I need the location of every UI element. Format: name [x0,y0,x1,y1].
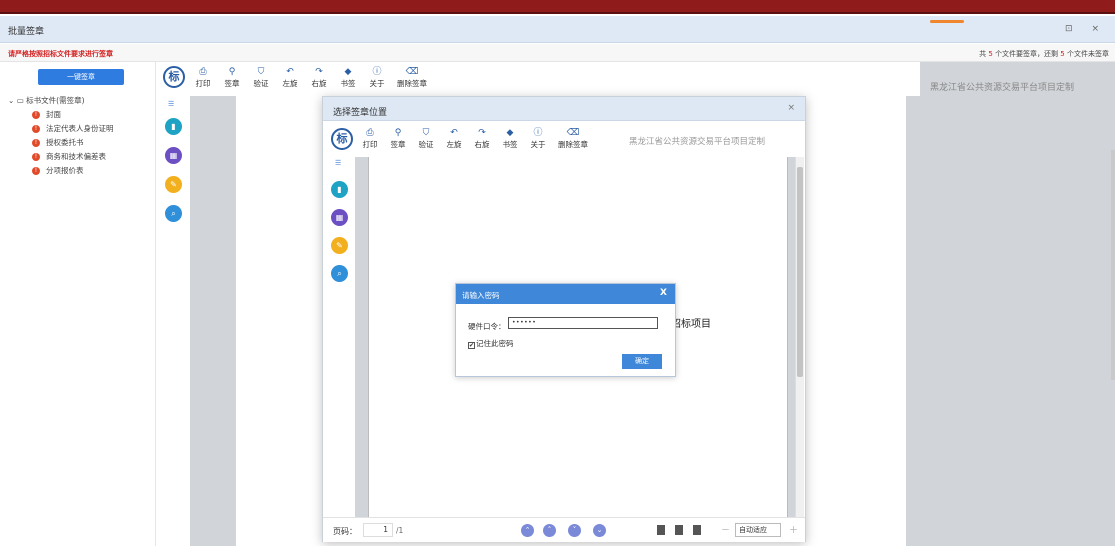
trash-icon: ⌫ [566,128,580,138]
zoom-in-button[interactable]: ＋ [789,523,798,536]
grid-icon[interactable]: ▦ [331,209,348,226]
tree-item-price[interactable]: 分项报价表 [32,164,114,178]
window-title: 批量签章 [8,27,45,37]
tree-item-authorization[interactable]: 授权委托书 [32,136,114,150]
info-icon: ⓘ [533,128,543,138]
single-page-icon[interactable] [657,525,665,535]
shield-check-icon: ⛉ [257,67,265,77]
stamp-icon: ⚲ [394,128,402,138]
zoom-select[interactable]: 自动适应 [735,523,781,537]
confirm-button[interactable]: 确定 [622,354,662,369]
checkbox-icon[interactable]: ✔ [468,342,475,349]
tree-root[interactable]: ⌄ ▭ 标书文件(需签章) [8,94,114,108]
rotate-left-icon: ↶ [450,128,458,138]
progress-indicator [930,20,964,23]
folder-icon: ▭ [16,96,24,105]
hardware-password-label: 硬件口令： [468,322,506,331]
password-dialog-header: 请输入密码 X [456,284,675,304]
printer-icon: ⎙ [199,67,207,77]
logo-icon: 标 [163,66,185,88]
pen-icon[interactable]: ✎ [165,176,182,193]
chevron-down-icon[interactable]: ⌄ [8,96,14,105]
viewer-side-icons: ☰ ▮ ▦ ✎ ⌕ [157,62,190,546]
tree-item-deviation[interactable]: 商务和技术偏差表 [32,150,114,164]
file-sidebar: 一键签章 ⌄ ▭ 标书文件(需签章) 封面 法定代表人身份证明 授权委托书 商务… [0,62,156,546]
delete-sign-button[interactable]: ⌫ 删除签章 [555,127,591,150]
brand-text: 黑龙江省公共资源交易平台项目定制 [930,83,1075,93]
print-button[interactable]: ⎙ 打印 [191,66,215,89]
window-controls[interactable]: ⊡ × [1065,24,1107,34]
password-dialog: 请输入密码 X 硬件口令： •••••• ✔ 记住此密码 确定 [455,283,676,377]
sign-button[interactable]: ⚲ 签章 [386,127,410,150]
prev-page-icon[interactable]: ˄ [543,524,556,537]
menu-icon[interactable]: ☰ [335,159,341,167]
right-panel [920,62,1115,546]
close-icon[interactable]: X [660,288,667,298]
rotate-left-button[interactable]: ↶ 左旋 [278,66,302,89]
verify-button[interactable]: ⛉ 验证 [414,127,438,150]
one-key-sign-button[interactable]: 一键签章 [38,69,124,85]
trash-icon: ⌫ [405,67,419,77]
main-toolbar: 标 ⎙ 打印 ⚲ 签章 ⛉ 验证 ↶ 左旋 ↷ 右旋 ◆ 书签 ⓘ 关于 ⌫ 删除签章 [160,64,450,94]
delete-sign-button[interactable]: ⌫ 删除签章 [394,66,430,89]
top-banner [0,0,1115,14]
rotate-left-button[interactable]: ↶ 左旋 [442,127,466,150]
sign-button[interactable]: ⚲ 签章 [220,66,244,89]
notice-bar: 请严格按照招标文件要求进行签章 共 5 个文件要签章，还剩 5 个文件未签章 [0,44,1115,62]
bookmark-tag-icon: ◆ [344,67,352,77]
sign-status: 共 5 个文件要签章，还剩 5 个文件未签章 [979,50,1109,58]
zoom-out-button[interactable]: － [721,523,730,536]
dialog-scrollbar[interactable] [795,157,804,517]
dialog-footer: 页码： 1 /1 ⌃ ˄ ˅ ⌄ － 自动适应 ＋ [323,517,805,542]
print-button[interactable]: ⎙ 打印 [358,127,382,150]
logo-icon: 标 [331,128,353,150]
thumbnail-icon[interactable]: ▮ [331,181,348,198]
tree-item-legal-rep[interactable]: 法定代表人身份证明 [32,122,114,136]
dialog-title: 选择签章位置 [333,108,388,118]
rotate-right-icon: ↷ [478,128,486,138]
last-page-icon[interactable]: ⌄ [593,524,606,537]
dialog-brand-text: 黑龙江省公共资源交易平台项目定制 [629,137,766,147]
rotate-right-icon: ↷ [315,67,323,77]
bookmark-tag-icon: ◆ [506,128,514,138]
first-page-icon[interactable]: ⌃ [521,524,534,537]
next-page-icon[interactable]: ˅ [568,524,581,537]
double-page-icon[interactable] [675,525,683,535]
bookmark-button[interactable]: ◆ 书签 [336,66,360,89]
file-tree: ⌄ ▭ 标书文件(需签章) 封面 法定代表人身份证明 授权委托书 商务和技术偏差… [8,94,114,178]
tree-item-cover[interactable]: 封面 [32,108,114,122]
search-icon[interactable]: ⌕ [165,205,182,222]
remember-password-checkbox[interactable]: ✔ 记住此密码 [468,338,514,349]
dialog-side-icons: ☰ ▮ ▦ ✎ ⌕ [323,157,355,517]
notice-warning: 请严格按照招标文件要求进行签章 [8,50,113,58]
about-button[interactable]: ⓘ 关于 [526,127,550,150]
rotate-right-button[interactable]: ↷ 右旋 [307,66,331,89]
dialog-toolbar: 标 ⎙ 打印 ⚲ 签章 ⛉ 验证 ↶ 左旋 ↷ 右旋 ◆ 书签 ⓘ 关于 ⌫ 删除签章 黑龙江省… [323,121,805,157]
hardware-password-input[interactable]: •••••• [508,317,658,329]
rotate-left-icon: ↶ [286,67,294,77]
main-scrollbar[interactable] [1111,150,1115,380]
page-label: 页码： [333,527,357,536]
search-icon[interactable]: ⌕ [331,265,348,282]
password-dialog-title: 请输入密码 [462,291,500,300]
verify-button[interactable]: ⛉ 验证 [249,66,273,89]
thumbnail-icon[interactable]: ▮ [165,118,182,135]
info-icon: ⓘ [372,67,382,77]
page-input[interactable]: 1 [363,523,393,537]
rotate-right-button[interactable]: ↷ 右旋 [470,127,494,150]
close-icon[interactable]: × [787,103,795,113]
continuous-page-icon[interactable] [693,525,701,535]
bookmark-button[interactable]: ◆ 书签 [498,127,522,150]
title-bar: 批量签章 ⊡ × [0,16,1115,43]
shield-check-icon: ⛉ [422,128,430,138]
menu-icon[interactable]: ☰ [168,100,174,108]
pen-icon[interactable]: ✎ [331,237,348,254]
page-total: /1 [396,526,404,535]
dialog-header: 选择签章位置 × [323,97,805,121]
stamp-icon: ⚲ [228,67,236,77]
grid-icon[interactable]: ▦ [165,147,182,164]
about-button[interactable]: ⓘ 关于 [365,66,389,89]
printer-icon: ⎙ [366,128,374,138]
